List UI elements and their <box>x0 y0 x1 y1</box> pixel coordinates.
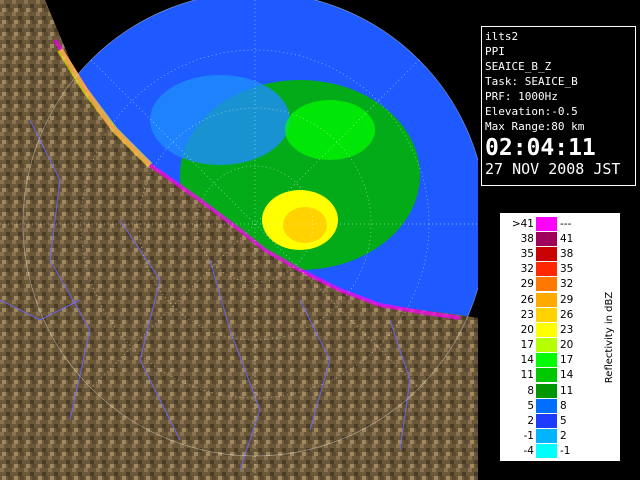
legend-upper-bound: -1 <box>560 445 571 458</box>
legend-color-swatch <box>536 322 557 337</box>
legend-color-swatch <box>536 216 557 231</box>
elevation-value: Elevation:-0.5 <box>485 105 578 118</box>
legend-unit-label: Reflectivity in dBZ <box>604 291 616 383</box>
legend-upper-bound: 14 <box>560 369 574 382</box>
legend-upper-bound: 17 <box>560 354 574 367</box>
legend-color-swatch <box>536 398 557 413</box>
legend-upper-bound: 2 <box>560 430 567 443</box>
max-range-value: Max Range:80 km <box>485 120 585 133</box>
legend-row: 11 14 <box>508 368 586 383</box>
legend-upper-bound: 26 <box>560 308 574 321</box>
legend-row: 25 <box>508 413 586 429</box>
legend-upper-bound: 20 <box>560 339 574 352</box>
legend-color-swatch <box>536 383 557 398</box>
legend-row: 58 <box>508 398 586 413</box>
legend-row: 29 32 <box>508 277 586 292</box>
legend-upper-bound: 29 <box>560 293 574 306</box>
scan-date: 27 NOV 2008 JST <box>485 160 621 178</box>
legend-lower-bound: 38 <box>520 232 534 245</box>
legend-row: 26 29 <box>508 292 586 307</box>
legend-row: -4 -1 <box>508 444 586 459</box>
legend-upper-bound: 11 <box>560 384 574 397</box>
legend-lower-bound: 14 <box>520 354 534 367</box>
legend-row: 8 11 <box>508 383 586 398</box>
legend-lower-bound: -1 <box>523 430 534 443</box>
legend-row: 14 17 <box>508 353 586 368</box>
legend-color-swatch <box>536 231 557 246</box>
legend-color-swatch <box>536 338 557 353</box>
scan-mode: PPI <box>485 45 505 58</box>
legend-lower-bound: 26 <box>520 293 534 306</box>
legend-row: 38 41 <box>508 231 586 246</box>
legend-row: 17 20 <box>508 338 586 353</box>
legend-lower-bound: 23 <box>520 308 534 321</box>
legend-row: 32 35 <box>508 262 586 277</box>
legend-color-swatch <box>536 429 557 444</box>
reflectivity-legend: >41 --- 38 41 35 38 32 35 29 32 26 29 23 26 20 23 17 20 14… <box>499 212 621 462</box>
task-name: Task: SEAICE_B <box>485 75 578 88</box>
legend-lower-bound: >41 <box>511 217 534 230</box>
legend-lower-bound: 20 <box>520 323 534 336</box>
product-name: SEAICE_B_Z <box>485 60 552 73</box>
legend-lower-bound: 11 <box>520 369 534 382</box>
legend-color-swatch <box>536 368 557 383</box>
legend-rows: >41 --- 38 41 35 38 32 35 29 32 26 29 23 26 20 23 17 20 14… <box>508 216 586 459</box>
legend-lower-bound: 5 <box>527 399 534 412</box>
legend-row: 35 38 <box>508 246 586 261</box>
legend-color-swatch <box>536 307 557 322</box>
legend-upper-bound: 35 <box>560 263 574 276</box>
legend-lower-bound: 17 <box>520 339 534 352</box>
station-name: ilts2 <box>485 30 519 43</box>
legend-row: -1 2 <box>508 429 586 444</box>
legend-upper-bound: 5 <box>560 415 567 428</box>
legend-color-swatch <box>536 353 557 368</box>
legend-color-swatch <box>536 277 557 292</box>
radar-info-panel: ilts2 PPI SEAICE_B_Z Task: SEAICE_B PRF:… <box>481 26 636 186</box>
scan-time: 02:04:11 <box>485 135 596 161</box>
legend-row: >41 --- <box>508 216 586 231</box>
legend-lower-bound: 8 <box>527 384 534 397</box>
legend-color-swatch <box>536 444 557 459</box>
legend-color-swatch <box>536 262 557 277</box>
legend-lower-bound: 2 <box>527 415 534 428</box>
legend-upper-bound: 41 <box>560 232 574 245</box>
prf-value: PRF: 1000Hz <box>485 90 558 103</box>
legend-lower-bound: 29 <box>520 278 534 291</box>
legend-lower-bound: 32 <box>520 263 534 276</box>
legend-upper-bound: 38 <box>560 247 574 260</box>
legend-row: 23 26 <box>508 307 586 322</box>
legend-color-swatch <box>536 246 557 261</box>
legend-upper-bound: --- <box>560 217 572 230</box>
legend-upper-bound: 32 <box>560 278 574 291</box>
radar-ppi-display[interactable] <box>0 0 478 480</box>
legend-upper-bound: 23 <box>560 323 574 336</box>
legend-row: 20 23 <box>508 322 586 337</box>
legend-color-swatch <box>536 292 557 307</box>
legend-color-swatch <box>536 414 557 429</box>
legend-upper-bound: 8 <box>560 399 567 412</box>
legend-lower-bound: 35 <box>520 247 534 260</box>
legend-lower-bound: -4 <box>523 445 534 458</box>
